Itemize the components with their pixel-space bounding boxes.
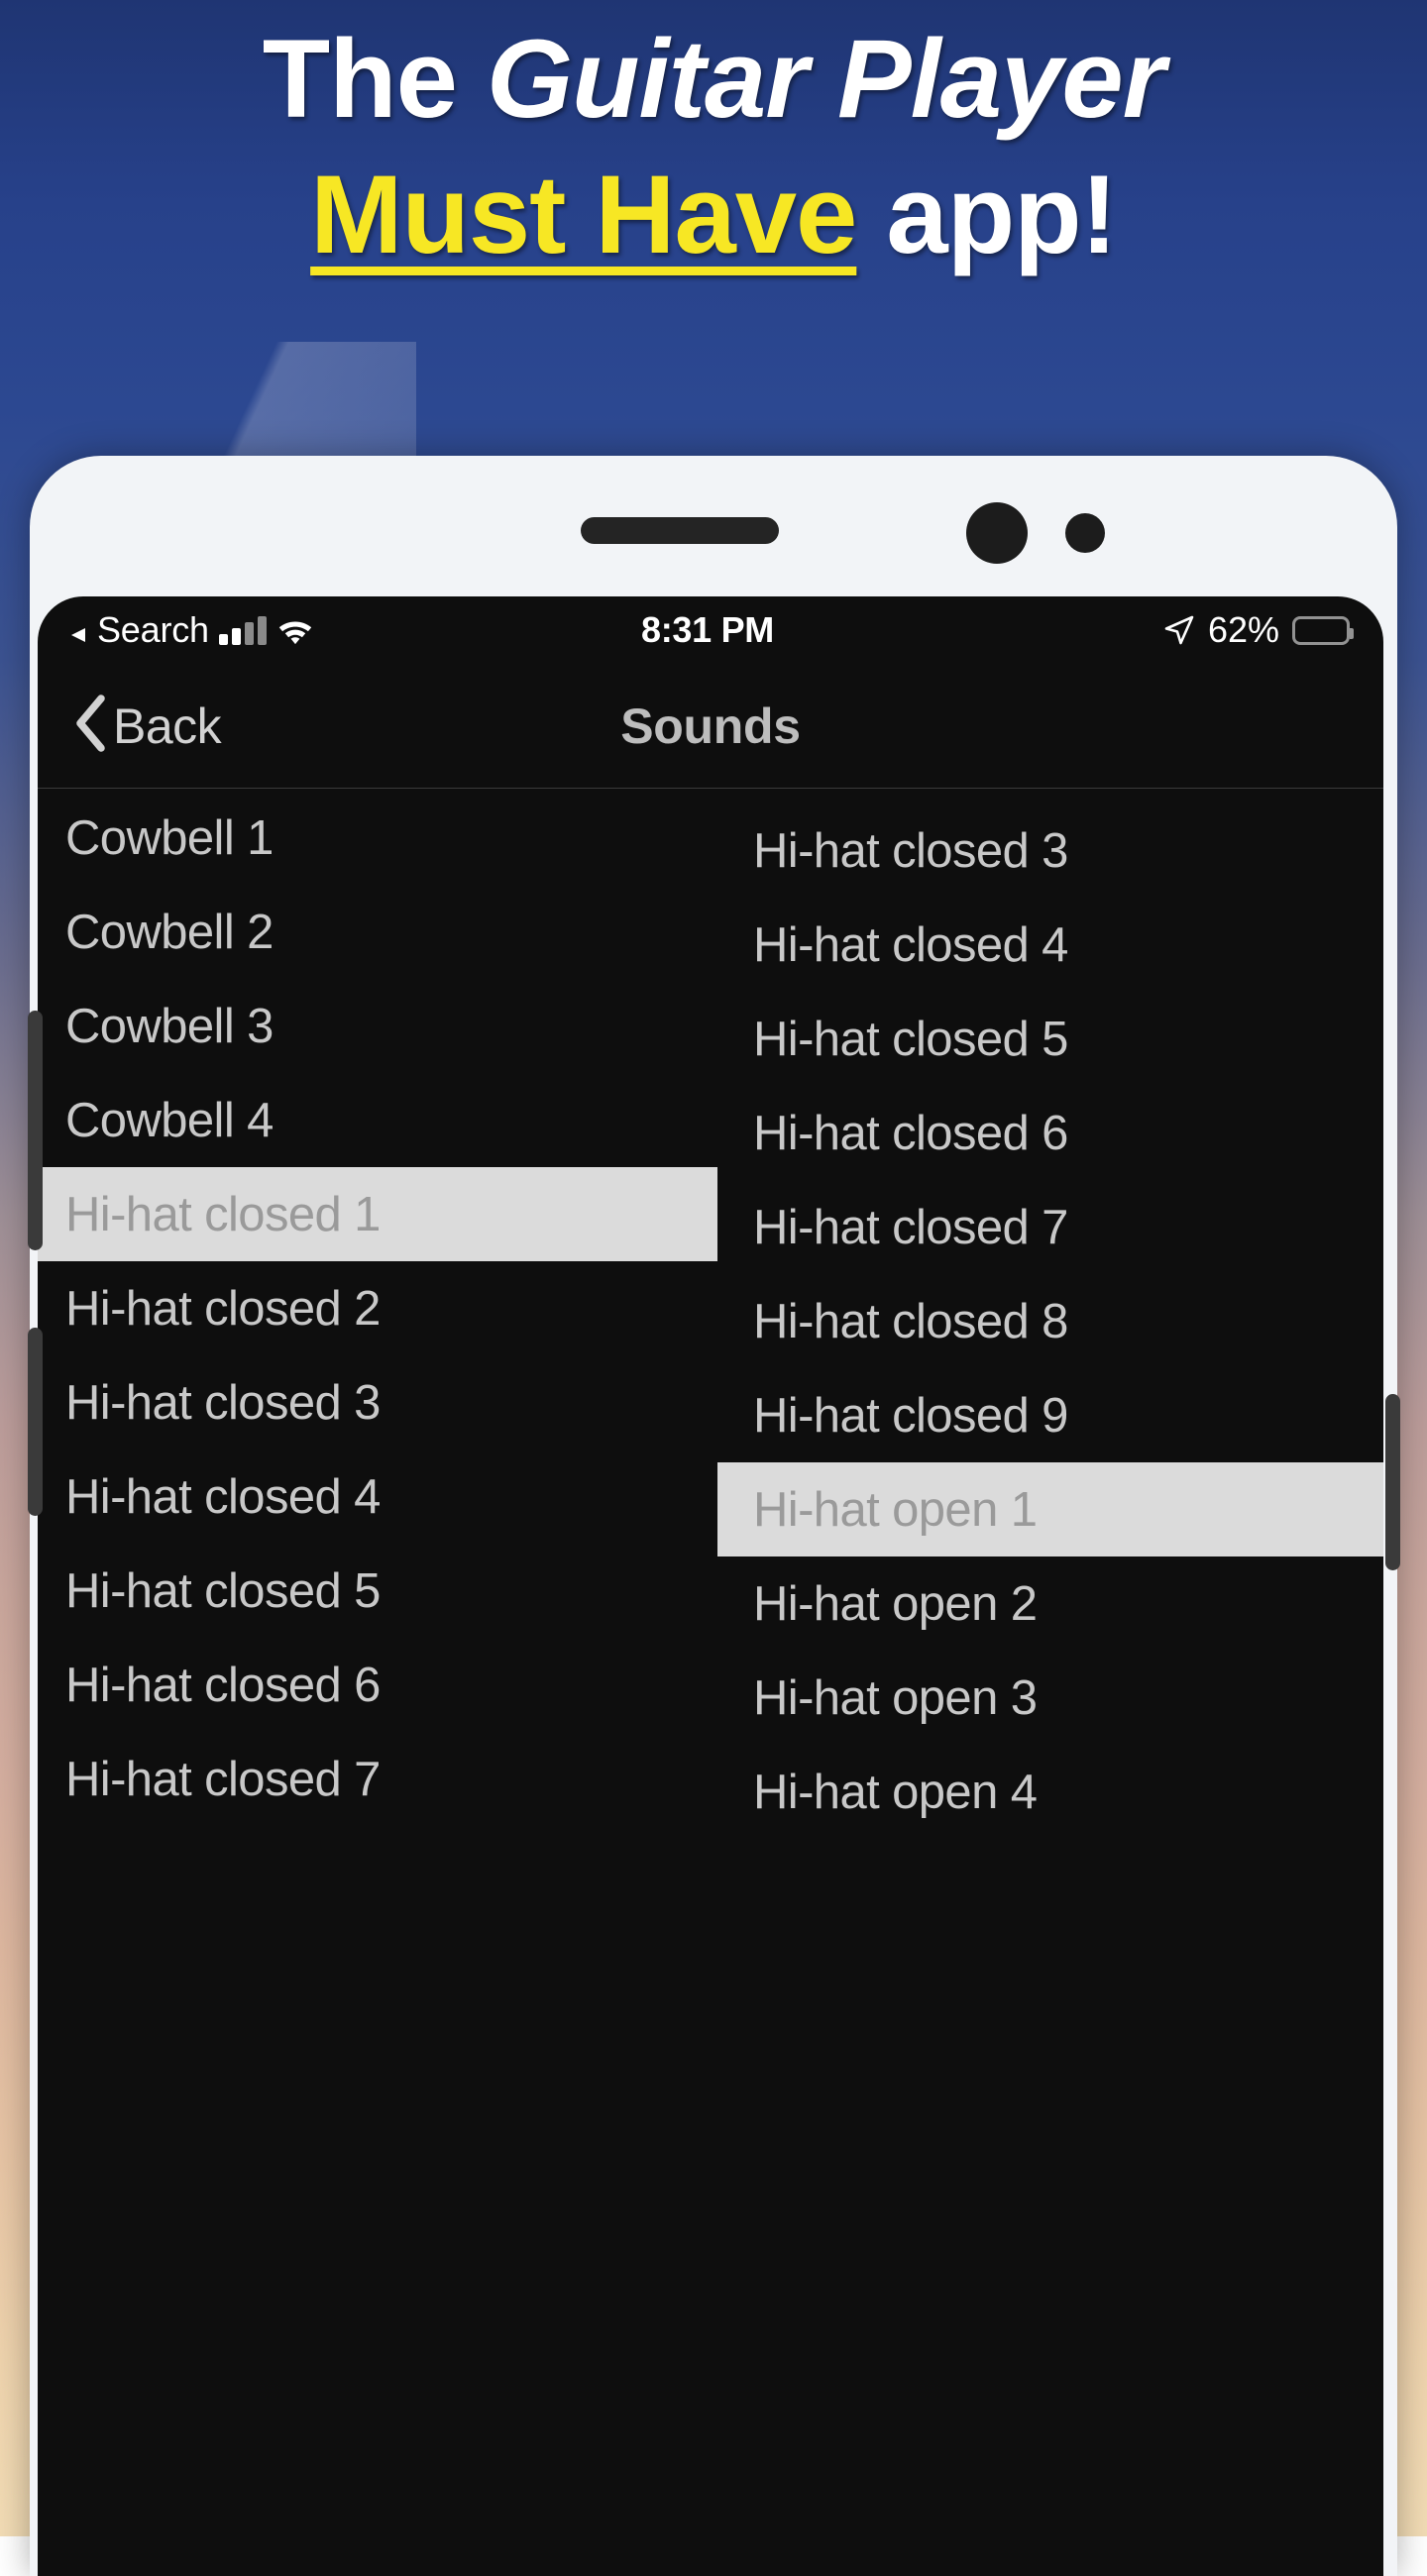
sound-list-item-label: Hi-hat closed 3 xyxy=(753,823,1068,879)
sound-list-item[interactable]: Cowbell 3 xyxy=(38,979,717,1073)
sound-list-item[interactable]: Hi-hat closed 6 xyxy=(38,1638,717,1732)
sound-list-item-label: Hi-hat closed 7 xyxy=(753,1200,1068,1255)
sound-list-item[interactable]: Hi-hat closed 3 xyxy=(717,804,1383,898)
sound-list-item-label: Cowbell 4 xyxy=(65,1093,274,1148)
sound-list-item-label: Hi-hat closed 2 xyxy=(65,1281,381,1337)
headline-line1-italic: Guitar Player xyxy=(487,17,1164,141)
sound-list-item[interactable]: Hi-hat closed 1 xyxy=(38,1167,717,1261)
sound-list-item-label: Hi-hat closed 8 xyxy=(753,1294,1068,1349)
battery-percent-label: 62% xyxy=(1208,609,1279,651)
wifi-icon xyxy=(276,615,314,650)
sound-list-item[interactable]: Cowbell 2 xyxy=(38,885,717,979)
page-title: Sounds xyxy=(38,698,1383,755)
sound-list-item-label: Hi-hat closed 6 xyxy=(753,1106,1068,1161)
sound-list-item-label: Hi-hat closed 6 xyxy=(65,1658,381,1713)
sound-list-item-label: Cowbell 2 xyxy=(65,905,274,960)
sound-list-item-label: Hi-hat closed 1 xyxy=(65,1187,381,1242)
sound-list-item-label: Hi-hat open 1 xyxy=(753,1482,1037,1538)
sound-list-item-label: Hi-hat closed 4 xyxy=(753,917,1068,973)
sounds-list: Cowbell 1 Cowbell 2 Cowbell 3 Cowbell 4 Hi-h… xyxy=(38,791,1383,2576)
status-bar: Search 8:31 PM xyxy=(38,596,1383,664)
sound-list-item-label: Cowbell 1 xyxy=(65,810,274,866)
sound-list-item[interactable]: Cowbell 4 xyxy=(38,1073,717,1167)
location-arrow-icon xyxy=(1163,614,1195,651)
sound-list-item[interactable]: Hi-hat closed 9 xyxy=(717,1368,1383,1462)
sound-list-item[interactable]: Hi-hat closed 5 xyxy=(38,1544,717,1638)
status-bar-right: 62% xyxy=(774,609,1350,651)
sound-list-item-label: Hi-hat closed 7 xyxy=(65,1752,381,1807)
cellular-signal-icon xyxy=(219,615,267,645)
volume-button-icon[interactable] xyxy=(28,1328,43,1516)
power-button-icon[interactable] xyxy=(1385,1394,1400,1570)
phone-mockup: Search 8:31 PM xyxy=(30,456,1397,2576)
back-button-label: Back xyxy=(113,698,221,755)
promo-headline: The Guitar Player Must Have app! xyxy=(0,22,1427,272)
chevron-left-icon xyxy=(73,695,107,757)
front-camera-icon xyxy=(966,502,1028,564)
sounds-column-left: Cowbell 1 Cowbell 2 Cowbell 3 Cowbell 4 Hi-h… xyxy=(38,791,717,2576)
headline-line2-plain: app! xyxy=(856,153,1117,276)
sound-list-item-label: Hi-hat open 3 xyxy=(753,1670,1037,1726)
sound-list-item[interactable]: Hi-hat closed 4 xyxy=(717,898,1383,992)
sound-list-item-label: Cowbell 3 xyxy=(65,999,274,1054)
headline-line2-highlight: Must Have xyxy=(310,153,856,276)
headline-line1-plain: The xyxy=(263,17,487,141)
sound-list-item[interactable]: Hi-hat closed 5 xyxy=(717,992,1383,1086)
sounds-column-right: Hi-hat closed 3 Hi-hat closed 4 Hi-hat clo… xyxy=(717,804,1383,2576)
sound-list-item-label: Hi-hat closed 5 xyxy=(65,1563,381,1619)
sound-list-item[interactable]: Hi-hat closed 3 xyxy=(38,1355,717,1449)
sound-list-item-label: Hi-hat open 2 xyxy=(753,1576,1037,1632)
sound-list-item-label: Hi-hat closed 4 xyxy=(65,1469,381,1525)
status-bar-center: 8:31 PM xyxy=(641,609,774,651)
sound-list-item[interactable]: Hi-hat closed 7 xyxy=(717,1180,1383,1274)
earpiece-speaker-icon xyxy=(581,517,779,544)
sound-list-item[interactable]: Cowbell 1 xyxy=(38,791,717,885)
sound-list-item[interactable]: Hi-hat closed 8 xyxy=(717,1274,1383,1368)
sound-list-item-label: Hi-hat closed 5 xyxy=(753,1012,1068,1067)
proximity-sensor-icon xyxy=(1065,513,1105,553)
sound-list-item[interactable]: Hi-hat open 4 xyxy=(717,1745,1383,1839)
navigation-bar: Back Sounds xyxy=(38,664,1383,789)
sound-list-item-label: Hi-hat closed 9 xyxy=(753,1388,1068,1444)
mute-switch-icon[interactable] xyxy=(28,1011,43,1250)
sound-list-item[interactable]: Hi-hat open 3 xyxy=(717,1651,1383,1745)
sound-list-item[interactable]: Hi-hat open 2 xyxy=(717,1556,1383,1651)
back-arrow-icon[interactable] xyxy=(65,624,87,646)
carrier-label: Search xyxy=(97,609,209,651)
sound-list-item[interactable]: Hi-hat open 1 xyxy=(717,1462,1383,1556)
status-bar-left: Search xyxy=(65,609,641,651)
sound-list-item[interactable]: Hi-hat closed 4 xyxy=(38,1449,717,1544)
sound-list-item[interactable]: Hi-hat closed 7 xyxy=(38,1732,717,1826)
sound-list-item-label: Hi-hat closed 3 xyxy=(65,1375,381,1431)
sound-list-item[interactable]: Hi-hat closed 6 xyxy=(717,1086,1383,1180)
phone-screen: Search 8:31 PM xyxy=(38,596,1383,2576)
battery-icon xyxy=(1292,616,1350,645)
sound-list-item[interactable]: Hi-hat closed 2 xyxy=(38,1261,717,1355)
sound-list-item-label: Hi-hat open 4 xyxy=(753,1765,1037,1820)
clock-label: 8:31 PM xyxy=(641,609,774,650)
back-button[interactable]: Back xyxy=(73,695,221,757)
